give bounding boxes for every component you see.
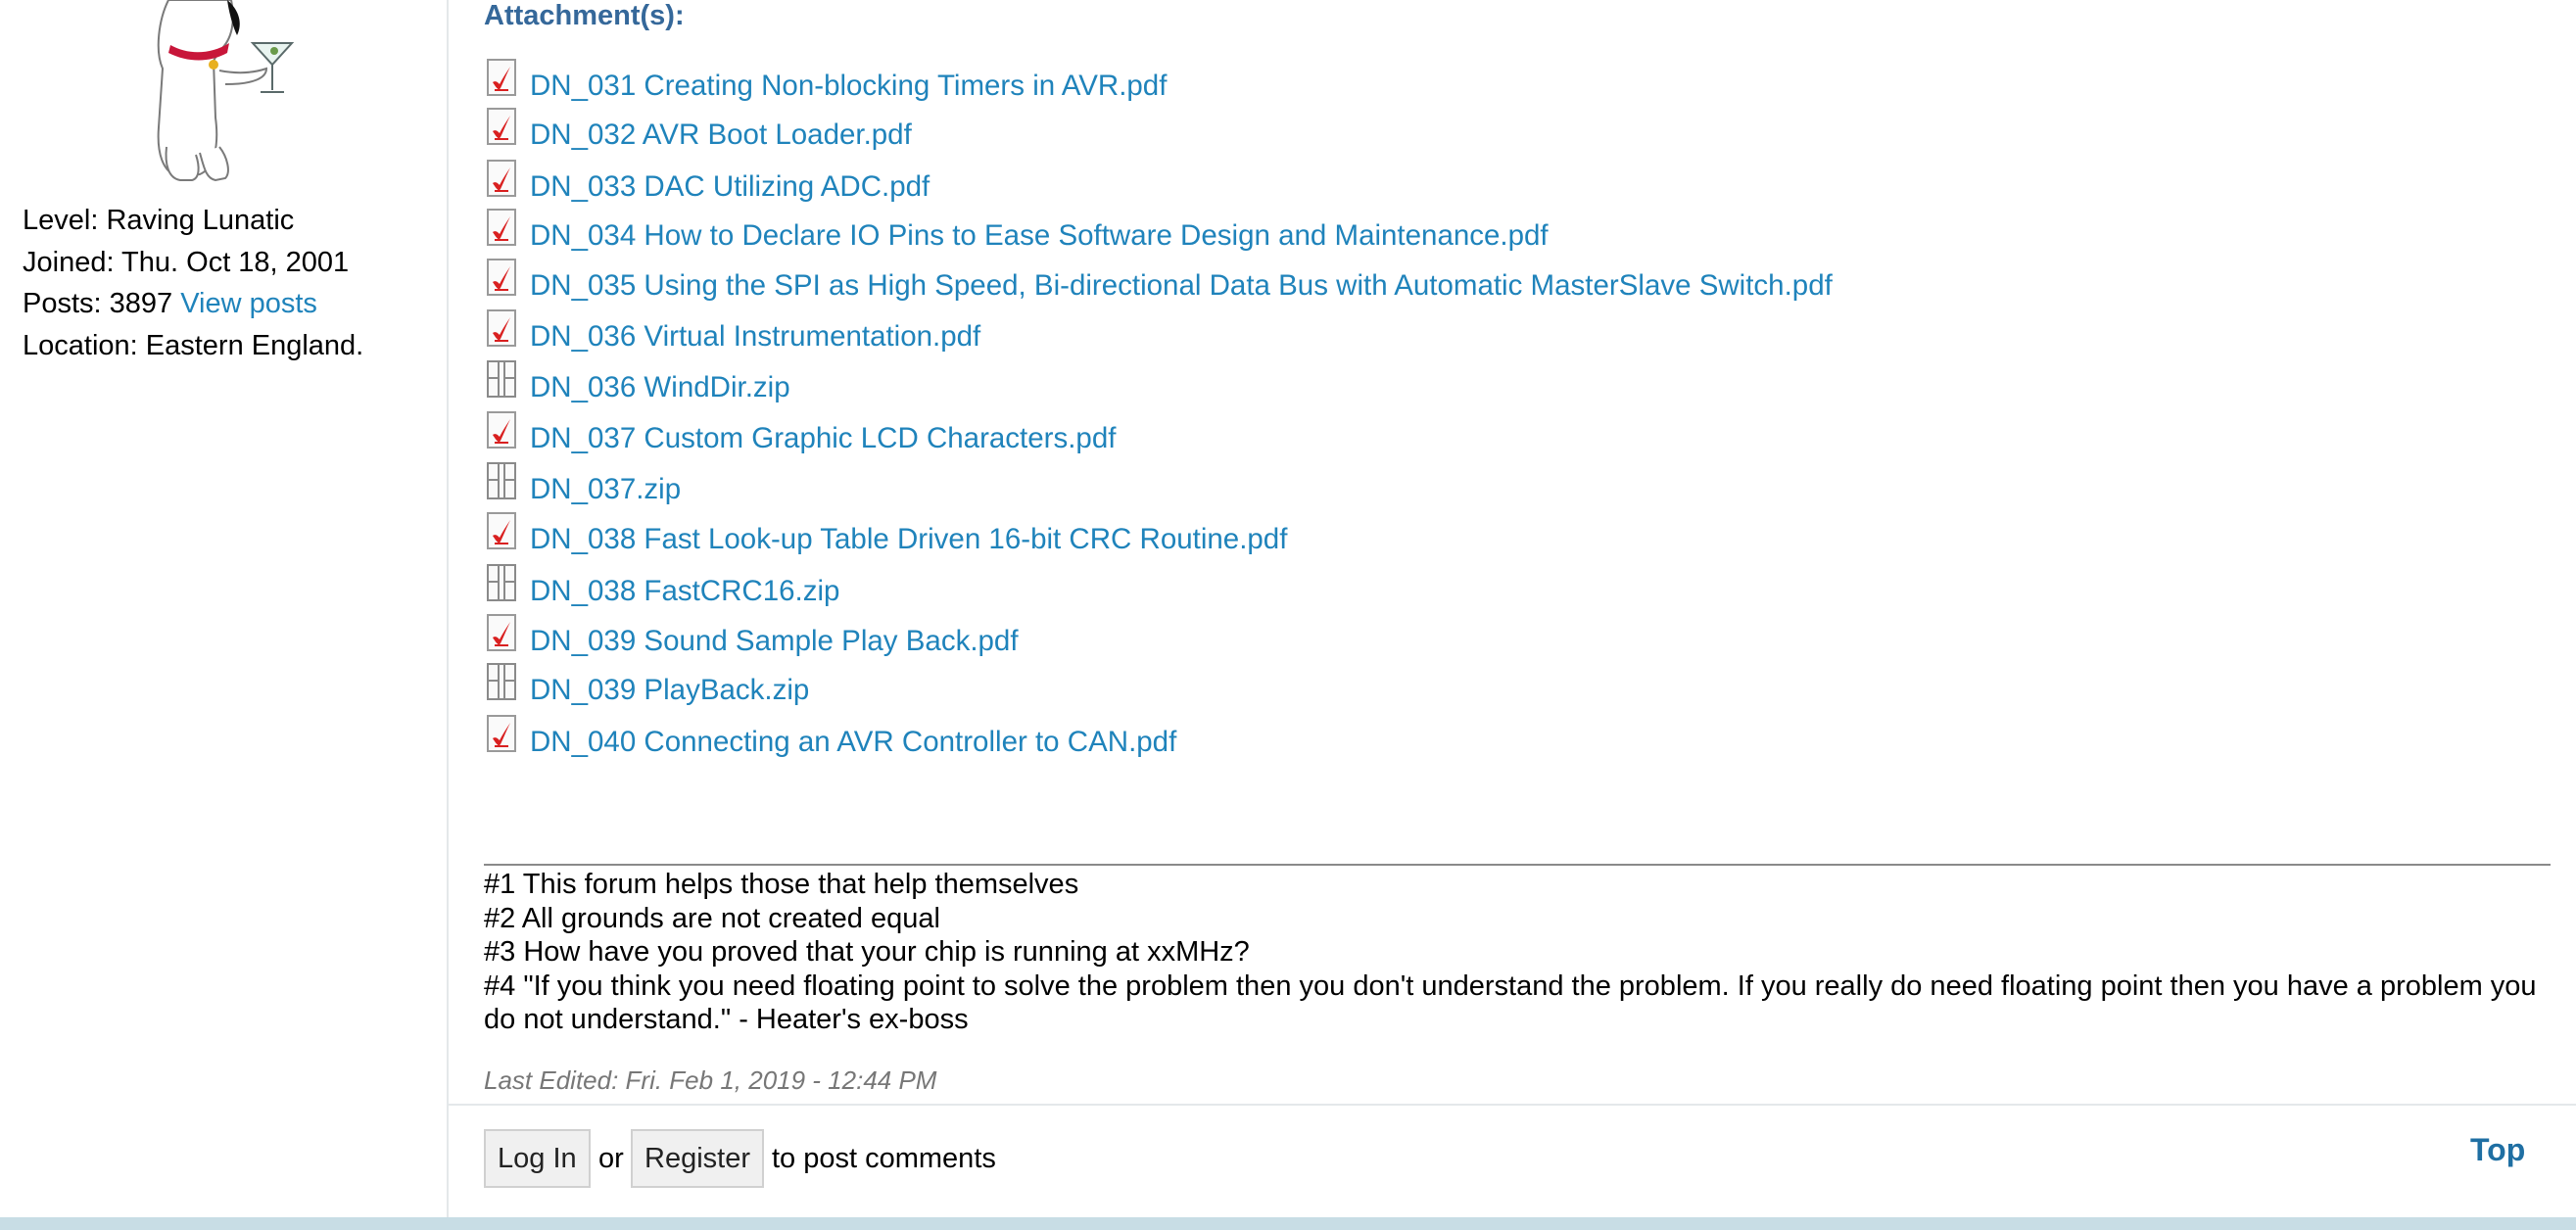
user-posts-count: Posts: 3897 [23,288,173,319]
attachment-link[interactable]: DN_033 DAC Utilizing ADC.pdf [530,170,930,204]
signature-line-4: #4 "If you think you need floating point… [484,970,2537,1036]
zip-icon [487,462,516,499]
post-comments-text: to post comments [772,1143,996,1174]
zip-icon [487,663,516,700]
attachment-link[interactable]: DN_040 Connecting an AVR Controller to C… [530,726,1176,759]
pdf-icon [487,715,516,752]
login-button[interactable]: Log In [484,1129,591,1188]
pdf-icon [487,309,516,347]
pdf-icon [487,108,516,145]
user-info: Level: Raving Lunatic Joined: Thu. Oct 1… [23,200,363,366]
pdf-icon [487,411,516,449]
attachment-link[interactable]: DN_037 Custom Graphic LCD Characters.pdf [530,422,1116,455]
avatar [145,0,302,182]
register-button[interactable]: Register [631,1129,764,1188]
attachments-title: Attachment(s): [484,0,685,31]
user-posts: Posts: 3897 View posts [23,283,363,325]
attachment-link[interactable]: DN_036 WindDir.zip [530,371,790,404]
signature-line-1: #1 This forum helps those that help them… [484,869,1079,900]
pdf-icon [487,512,516,549]
attachment-link[interactable]: DN_032 AVR Boot Loader.pdf [530,118,912,152]
pdf-icon [487,160,516,197]
pdf-icon [487,209,516,246]
attachment-link[interactable]: DN_039 Sound Sample Play Back.pdf [530,625,1019,658]
user-sidebar: Level: Raving Lunatic Joined: Thu. Oct 1… [0,0,447,1217]
attachment-link[interactable]: DN_031 Creating Non-blocking Timers in A… [530,70,1167,103]
pdf-icon [487,614,516,651]
bottom-bar [0,1217,2576,1230]
pdf-icon [487,59,516,96]
attachment-link[interactable]: DN_034 How to Declare IO Pins to Ease So… [530,219,1549,253]
signature-line-3: #3 How have you proved that your chip is… [484,936,1250,968]
attachment-link[interactable]: DN_037.zip [530,473,681,506]
sidebar-divider [447,0,449,1217]
top-link[interactable]: Top [2470,1132,2525,1168]
attachment-link[interactable]: DN_035 Using the SPI as High Speed, Bi-d… [530,269,1833,303]
signature-line-2: #2 All grounds are not created equal [484,902,940,934]
zip-icon [487,360,516,398]
attachment-link[interactable]: DN_039 PlayBack.zip [530,674,809,707]
attachment-link[interactable]: DN_038 Fast Look-up Table Driven 16-bit … [530,523,1287,556]
signature: #1 This forum helps those that help them… [484,868,2551,1037]
footer-divider [449,1104,2576,1106]
pdf-icon [487,259,516,296]
user-joined: Joined: Thu. Oct 18, 2001 [23,246,350,278]
or-text: or [598,1143,624,1174]
attachment-link[interactable]: DN_038 FastCRC16.zip [530,575,839,608]
zip-icon [487,564,516,601]
signature-divider [484,864,2551,866]
user-location: Location: Eastern England. [23,329,364,361]
attachment-link[interactable]: DN_036 Virtual Instrumentation.pdf [530,320,980,354]
view-posts-link[interactable]: View posts [180,288,317,319]
user-level: Level: Raving Lunatic [23,205,295,236]
last-edited: Last Edited: Fri. Feb 1, 2019 - 12:44 PM [484,1065,937,1095]
